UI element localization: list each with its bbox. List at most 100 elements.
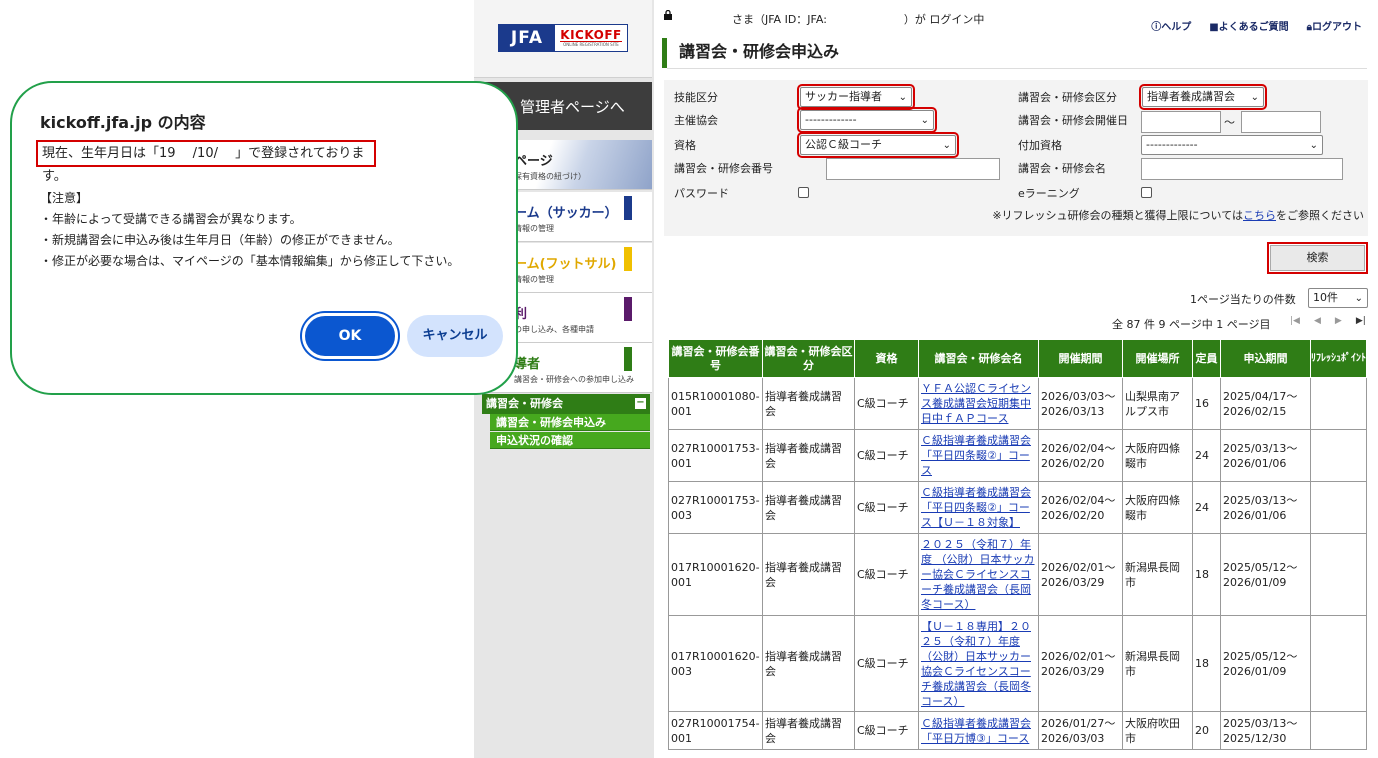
logo-sub: ONLINE REGISTRATION SITE	[563, 41, 619, 47]
cell-refresh-point	[1310, 711, 1367, 750]
per-page-select[interactable]: 10件 ⌄	[1308, 288, 1368, 308]
last-page-icon[interactable]: ▶|	[1356, 316, 1366, 326]
first-page-icon[interactable]: |◀	[1290, 316, 1300, 326]
elearning-checkbox[interactable]	[1141, 187, 1152, 198]
lock-icon	[664, 10, 672, 20]
col-number: 講習会・研修会番号	[668, 339, 763, 378]
logo-jfa: JFA	[499, 25, 555, 51]
per-page-label: 1ページ当たりの件数	[1190, 293, 1296, 306]
date-from-input[interactable]	[1141, 111, 1221, 133]
cancel-button[interactable]: キャンセル	[407, 315, 503, 357]
menu-item-lecture-apply[interactable]: 講習会・研修会申込み	[490, 414, 650, 431]
table-header-row: 講習会・研修会番号 講習会・研修会区分 資格 講習会・研修会名 開催期間 開催場…	[668, 339, 1367, 378]
chat-icon: ■	[1209, 22, 1219, 33]
host-select[interactable]: ------------- ⌄	[797, 107, 937, 133]
cell-refresh-point	[1310, 615, 1367, 712]
lecture-name-link[interactable]: Ｃ級指導者養成講習会「平日四条畷②」コース	[921, 434, 1031, 477]
table-row: 017R10001620-001 指導者養成講習会 C級コーチ ２０２５（令和７）年度…	[668, 533, 1367, 616]
col-capacity: 定員	[1192, 339, 1221, 378]
confirm-dialog: kickoff.jfa.jp の内容 現在、生年月日は「19 /10/ 」で登録…	[10, 81, 518, 395]
cell-capacity: 16	[1192, 377, 1221, 430]
help-icon: ⓘ	[1151, 22, 1162, 33]
cell-qualification: C級コーチ	[854, 533, 919, 616]
lecture-menu-title: 講習会・研修会	[486, 397, 563, 410]
faq-link[interactable]: ■よくあるご質問	[1209, 18, 1288, 33]
cell-place: 大阪府四條畷市	[1122, 429, 1193, 482]
cell-name: ＹＦＡ公認Ｃライセンス養成講習会短期集中日中ｆＡＰコース	[918, 377, 1039, 430]
result-summary: 全 87 件 9 ページ中 1 ページ目	[1112, 318, 1271, 331]
search-button[interactable]: 検索	[1267, 242, 1368, 274]
next-page-icon[interactable]: ▶	[1335, 316, 1342, 326]
jfa-kickoff-logo[interactable]: JFA KICKOFF ONLINE REGISTRATION SITE	[498, 24, 628, 52]
cell-qualification: C級コーチ	[854, 711, 919, 750]
cell-number: 027R10001753-001	[668, 429, 763, 482]
cell-name: Ｃ級指導者養成講習会「平日四条畷②」コース【Ｕ－１８対象】	[918, 481, 1039, 534]
col-place: 開催場所	[1122, 339, 1193, 378]
cell-place: 新潟県長岡市	[1122, 615, 1193, 712]
number-input[interactable]	[826, 158, 1000, 180]
col-category: 講習会・研修会区分	[762, 339, 855, 378]
cell-number: 027R10001754-001	[668, 711, 763, 750]
dialog-notice: 【注意】 ・年齢によって受講できる講習会が異なります。 ・新規講習会に申込み後は…	[40, 188, 459, 272]
col-refresh-point: ﾘﾌﾚｯｼｭﾎﾟｲﾝﾄ	[1310, 339, 1367, 378]
cell-category: 指導者養成講習会	[762, 377, 855, 430]
cell-place: 山梨県南アルプス市	[1122, 377, 1193, 430]
extra-qualification-select[interactable]: ------------- ⌄	[1141, 135, 1323, 155]
category-select[interactable]: 指導者養成講習会 ⌄	[1139, 84, 1267, 110]
bookmark-icon	[624, 247, 632, 271]
elearning-label: eラーニング	[1018, 187, 1080, 200]
cell-refresh-point	[1310, 377, 1367, 430]
cell-period: 2026/03/03～2026/03/13	[1038, 377, 1123, 430]
logout-link[interactable]: 🔒︎ログアウト	[1307, 18, 1362, 33]
password-checkbox[interactable]	[798, 187, 809, 198]
logo-area: JFA KICKOFF ONLINE REGISTRATION SITE	[474, 0, 652, 78]
collapse-icon[interactable]: −	[635, 398, 646, 409]
cell-category: 指導者養成講習会	[762, 429, 855, 482]
lecture-name-link[interactable]: Ｃ級指導者養成講習会「平日四条畷②」コース【Ｕ－１８対象】	[921, 486, 1031, 529]
lecture-name-link[interactable]: ２０２５（令和７）年度 （公財）日本サッカー協会Ｃライセンスコーチ養成講習会（長…	[921, 538, 1035, 611]
lecture-name-link[interactable]: 【Ｕ－１８専用】２０２５（令和７）年度 （公財）日本サッカー協会Ｃライセンスコー…	[921, 620, 1031, 708]
cell-apply-period: 2025/05/12～2026/01/09	[1220, 533, 1311, 616]
ok-button[interactable]: OK	[302, 313, 398, 359]
chevron-down-icon: ⌄	[1309, 140, 1318, 151]
qualification-select[interactable]: 公認Ｃ級コーチ ⌄	[797, 132, 959, 158]
cell-name: Ｃ級指導者養成講習会「平日四条畷②」コース	[918, 429, 1039, 482]
cell-apply-period: 2025/04/17～2026/02/15	[1220, 377, 1311, 430]
cell-category: 指導者養成講習会	[762, 533, 855, 616]
number-label: 講習会・研修会番号	[674, 162, 773, 175]
host-label: 主催協会	[674, 114, 718, 127]
name-input[interactable]	[1141, 158, 1343, 180]
cell-apply-period: 2025/03/13～2025/12/30	[1220, 711, 1311, 750]
help-link[interactable]: ⓘヘルプ	[1151, 18, 1191, 33]
bookmark-icon	[624, 297, 632, 321]
cell-period: 2026/02/04～2026/02/20	[1038, 481, 1123, 534]
lecture-name-link[interactable]: ＹＦＡ公認Ｃライセンス養成講習会短期集中日中ｆＡＰコース	[921, 382, 1031, 425]
lecture-menu-header[interactable]: 講習会・研修会 −	[482, 394, 650, 414]
table-row: 027R10001753-003 指導者養成講習会 C級コーチ Ｃ級指導者養成講習会「…	[668, 481, 1367, 534]
cell-apply-period: 2025/05/12～2026/01/09	[1220, 615, 1311, 712]
chevron-down-icon: ⌄	[1354, 293, 1363, 304]
menu-item-application-status[interactable]: 申込状況の確認	[490, 432, 650, 449]
login-status: さま（JFA ID：JFA: ）が ログイン中	[732, 13, 985, 26]
cell-place: 大阪府四條畷市	[1122, 481, 1193, 534]
notice-line: ・修正が必要な場合は、マイページの「基本情報編集」から修正して下さい。	[40, 254, 460, 268]
menu-card-sub: 保有資格の紐づけ）	[514, 172, 586, 181]
prev-page-icon[interactable]: ◀	[1314, 316, 1321, 326]
refresh-link[interactable]: こちら	[1243, 209, 1276, 222]
page-title: 講習会・研修会申込み	[662, 38, 839, 68]
date-separator: ～	[1224, 116, 1235, 129]
cell-period: 2026/01/27～2026/03/03	[1038, 711, 1123, 750]
cell-apply-period: 2025/03/13～2026/01/06	[1220, 429, 1311, 482]
cell-place: 新潟県長岡市	[1122, 533, 1193, 616]
refresh-note: ※リフレッシュ研修会の種類と獲得上限についてはこちらをご参照ください	[992, 209, 1364, 222]
password-label: パスワード	[674, 187, 729, 200]
notice-line: ・新規講習会に申込み後は生年月日（年齢）の修正ができません。	[40, 233, 400, 247]
skill-select[interactable]: サッカー指導者 ⌄	[797, 84, 915, 110]
extra-qualification-label: 付加資格	[1018, 139, 1062, 152]
cell-capacity: 20	[1192, 711, 1221, 750]
date-to-input[interactable]	[1241, 111, 1321, 133]
cell-qualification: C級コーチ	[854, 377, 919, 430]
lecture-name-link[interactable]: Ｃ級指導者養成講習会「平日万博③」コース	[921, 717, 1031, 745]
chevron-down-icon: ⌄	[942, 140, 951, 151]
skill-label: 技能区分	[674, 91, 718, 104]
